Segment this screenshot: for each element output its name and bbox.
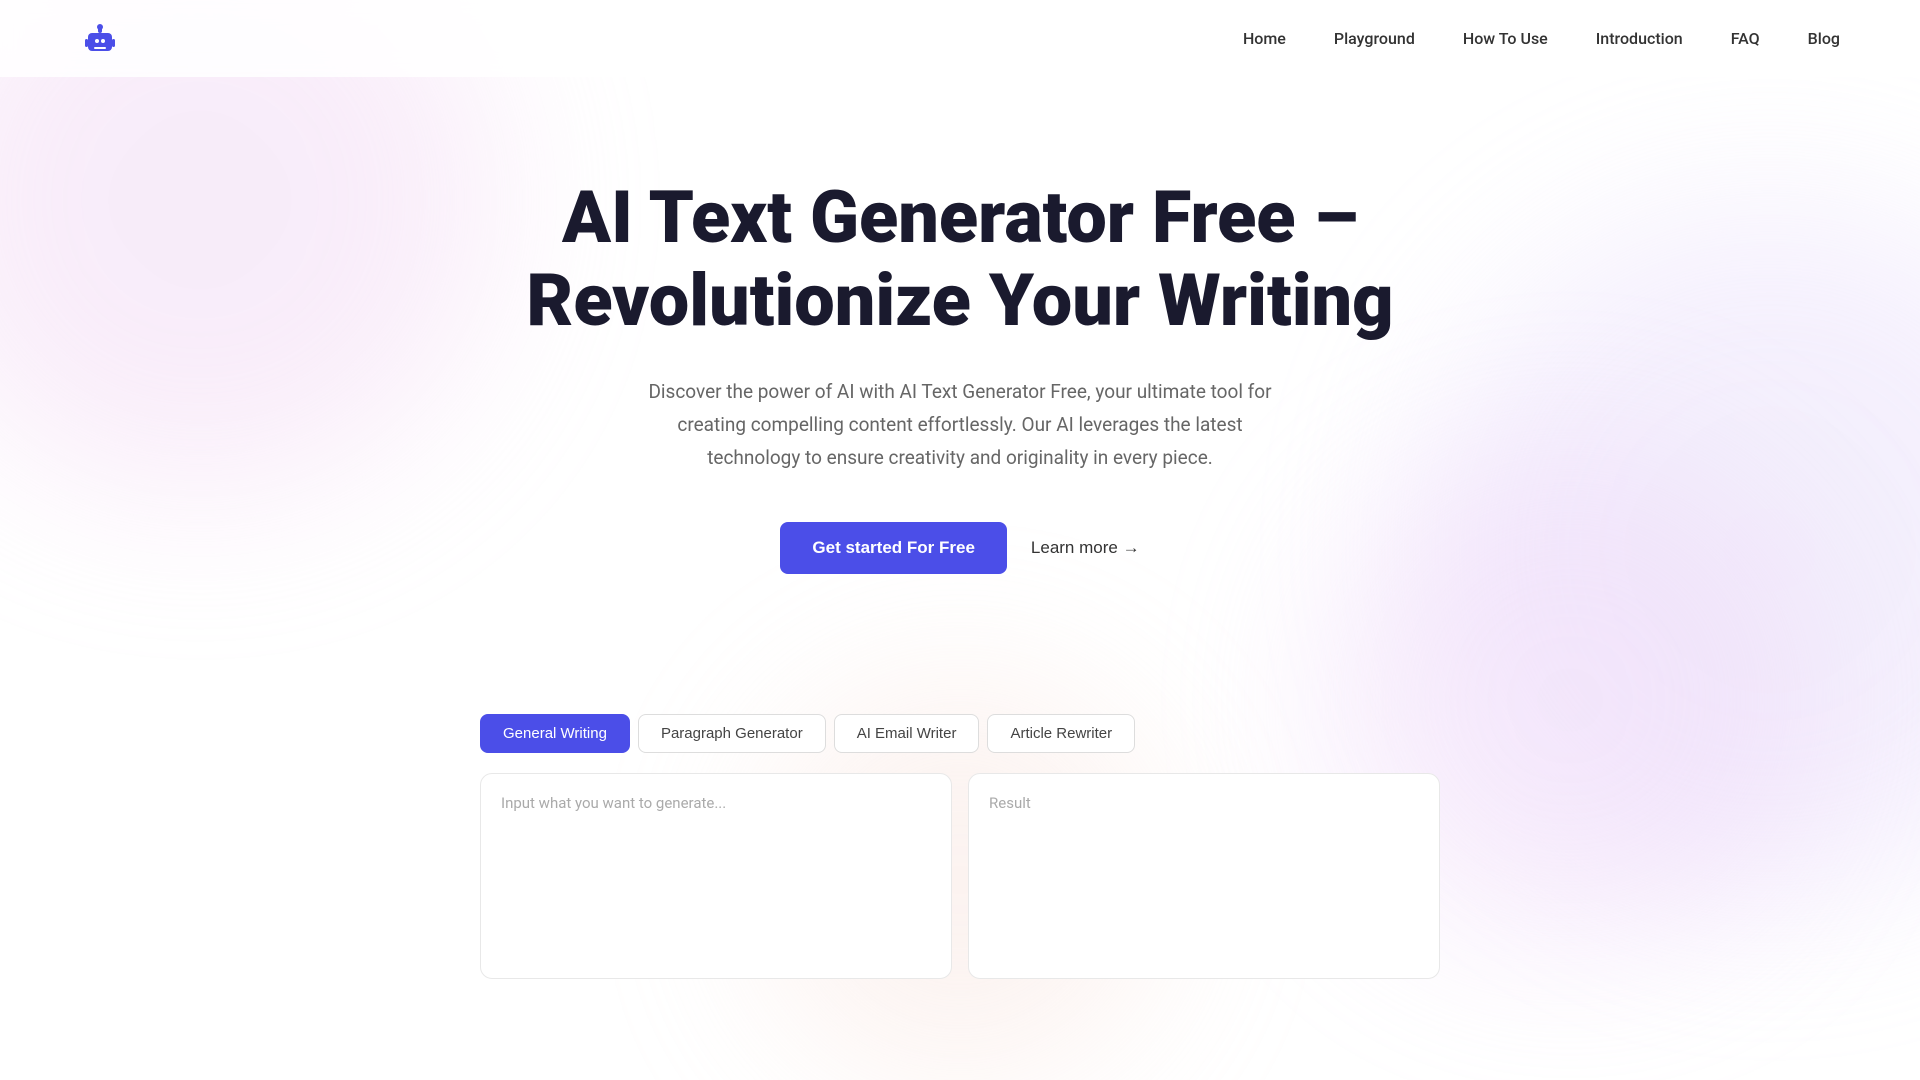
hero-section: AI Text Generator Free – Revolutionize Y… xyxy=(460,77,1460,634)
tab-article-rewriter[interactable]: Article Rewriter xyxy=(987,714,1135,753)
result-label: Result xyxy=(989,794,1031,812)
nav-playground[interactable]: Playground xyxy=(1334,29,1415,48)
get-started-button[interactable]: Get started For Free xyxy=(780,522,1007,574)
tab-ai-email-writer[interactable]: AI Email Writer xyxy=(834,714,980,753)
logo-area xyxy=(80,19,120,59)
bg-blob-2 xyxy=(1420,200,1920,900)
tool-tabs: General Writing Paragraph Generator AI E… xyxy=(480,714,1440,753)
header: Home Playground How To Use Introduction … xyxy=(0,0,1920,77)
learn-more-button[interactable]: Learn more → xyxy=(1031,538,1140,558)
input-panel xyxy=(480,773,952,979)
robot-icon xyxy=(80,19,120,59)
hero-subtitle: Discover the power of AI with AI Text Ge… xyxy=(640,375,1280,475)
hero-title: AI Text Generator Free – Revolutionize Y… xyxy=(480,177,1440,343)
tab-general-writing[interactable]: General Writing xyxy=(480,714,630,753)
nav-how-to-use[interactable]: How To Use xyxy=(1463,29,1548,48)
nav-blog[interactable]: Blog xyxy=(1808,29,1840,48)
nav-home[interactable]: Home xyxy=(1243,29,1286,48)
nav-faq[interactable]: FAQ xyxy=(1731,29,1760,48)
hero-buttons: Get started For Free Learn more → xyxy=(480,522,1440,574)
input-textarea[interactable] xyxy=(501,794,931,954)
main-nav: Home Playground How To Use Introduction … xyxy=(1243,29,1840,48)
tool-section: General Writing Paragraph Generator AI E… xyxy=(460,714,1460,979)
result-panel: Result xyxy=(968,773,1440,979)
nav-introduction[interactable]: Introduction xyxy=(1596,29,1683,48)
tab-paragraph-generator[interactable]: Paragraph Generator xyxy=(638,714,826,753)
tool-workspace: Result xyxy=(480,773,1440,979)
